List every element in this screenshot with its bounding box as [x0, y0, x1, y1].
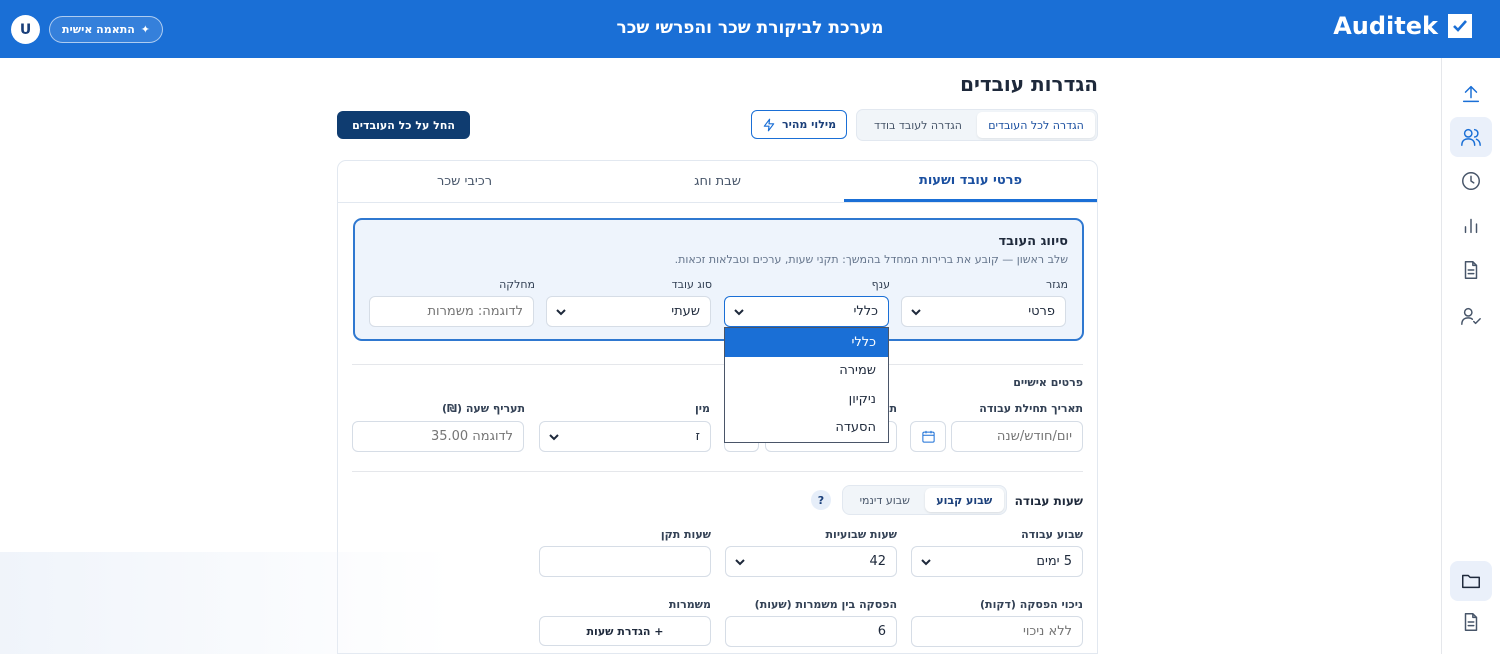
- user-check-icon[interactable]: [1450, 296, 1492, 336]
- file-text-icon[interactable]: [1450, 602, 1492, 642]
- apply-all-button[interactable]: החל על כל העובדים: [337, 111, 470, 139]
- sidebar-nav: [1441, 58, 1500, 654]
- gender-select[interactable]: ז: [539, 421, 711, 452]
- dropdown-option[interactable]: ניקיון: [725, 385, 888, 414]
- start-date-input[interactable]: [951, 421, 1083, 452]
- chevron-down-icon: [910, 306, 922, 318]
- tab-shabbat-holiday[interactable]: שבת וחג: [591, 161, 844, 202]
- break-deduction-label: ניכוי הפסקה (דקות): [980, 598, 1083, 611]
- start-date-label: תאריך תחילת עבודה: [979, 402, 1083, 415]
- work-week-select[interactable]: 5 ימים: [911, 546, 1083, 577]
- mode-all-employees[interactable]: הגדרה לכל העובדים: [977, 112, 1095, 138]
- calendar-button[interactable]: [910, 421, 946, 452]
- chevron-down-icon: [555, 306, 567, 318]
- calendar-icon: [921, 430, 935, 443]
- work-hours-title: שעות עבודה: [1014, 494, 1083, 508]
- department-label: מחלקה: [499, 278, 535, 291]
- branch-label: ענף: [871, 278, 890, 291]
- divider: [352, 364, 1083, 365]
- bar-chart-icon[interactable]: [1450, 205, 1492, 245]
- dynamic-week-option[interactable]: שבוע דינמי: [845, 488, 925, 512]
- standard-hours-label: שעות תקן: [660, 528, 711, 541]
- page-title: הגדרות עובדים: [960, 72, 1098, 96]
- sector-value: פרטי: [1028, 304, 1055, 319]
- weekly-hours-select[interactable]: 42: [725, 546, 897, 577]
- weekly-hours-value: 42: [869, 554, 886, 569]
- weekly-hours-label: שעות שבועיות: [825, 528, 897, 541]
- personalize-label: התאמה אישית: [62, 23, 135, 36]
- shift-gap-input[interactable]: 6: [725, 616, 897, 647]
- shift-gap-label: הפסקה בין משמרות (שעות): [754, 598, 897, 611]
- clock-icon[interactable]: [1450, 161, 1492, 201]
- lightning-icon: [763, 118, 775, 131]
- fixed-week-option[interactable]: שבוע קבוע: [924, 488, 1004, 512]
- branch-select[interactable]: כללי: [724, 296, 889, 327]
- quick-fill-label: מילוי מהיר: [781, 118, 837, 131]
- gender-value: ז: [695, 429, 700, 444]
- sparkle-icon: ✦: [140, 23, 150, 36]
- week-mode-toggle: שבוע קבוע שבוע דינמי: [842, 485, 1007, 515]
- shift-gap-value: 6: [877, 624, 886, 639]
- folder-icon[interactable]: [1450, 561, 1492, 601]
- app-title: מערכת לביקורת שכר והפרשי שכר: [616, 18, 884, 38]
- employee-type-select[interactable]: שעתי: [546, 296, 711, 327]
- gender-label: מין: [695, 402, 710, 415]
- birth-date-label: ת: [889, 402, 897, 415]
- employee-type-value: שעתי: [671, 304, 700, 319]
- dropdown-option[interactable]: שמירה: [725, 357, 888, 386]
- tabs: פרטי עובד ושעות שבת וחג רכיבי שכר: [338, 161, 1097, 203]
- dropdown-option[interactable]: הסעדה: [725, 414, 888, 443]
- hourly-rate-input[interactable]: [352, 421, 524, 452]
- shifts-label: משמרות: [668, 598, 711, 611]
- standard-hours-input[interactable]: [539, 546, 711, 577]
- sector-label: מגזר: [1045, 278, 1068, 291]
- mode-single-employee[interactable]: הגדרה לעובד בודד: [859, 112, 977, 138]
- users-icon[interactable]: [1450, 117, 1492, 157]
- personalize-button[interactable]: ✦ התאמה אישית: [49, 16, 163, 43]
- document-icon[interactable]: [1450, 250, 1492, 290]
- employee-type-label: סוג עובד: [671, 278, 712, 291]
- dropdown-option[interactable]: כללי: [725, 328, 888, 357]
- help-icon[interactable]: ?: [811, 490, 831, 510]
- break-deduction-input[interactable]: [911, 616, 1083, 647]
- sector-select[interactable]: פרטי: [901, 296, 1066, 327]
- chevron-down-icon: [734, 556, 746, 568]
- chevron-down-icon: [548, 431, 560, 443]
- upload-icon[interactable]: [1450, 74, 1492, 114]
- set-hours-button[interactable]: + הגדרת שעות: [539, 616, 711, 646]
- classification-subtitle: שלב ראשון — קובע את ברירות המחדל בהמשך: …: [674, 253, 1068, 266]
- department-input[interactable]: [369, 296, 534, 327]
- hourly-rate-label: תעריף שעה (₪): [441, 402, 525, 415]
- avatar[interactable]: U: [11, 15, 40, 44]
- work-week-value: 5 ימים: [1036, 554, 1072, 569]
- chevron-down-icon: [733, 306, 745, 318]
- branch-value: כללי: [853, 304, 878, 319]
- quick-fill-button[interactable]: מילוי מהיר: [751, 110, 847, 139]
- tab-pay-components[interactable]: רכיבי שכר: [338, 161, 591, 202]
- divider: [352, 471, 1083, 472]
- chevron-down-icon: [920, 556, 932, 568]
- branch-dropdown-list: כללי שמירה ניקיון הסעדה: [724, 327, 889, 443]
- personal-section-title: פרטים אישיים: [1013, 376, 1083, 389]
- work-week-label: שבוע עבודה: [1021, 528, 1083, 541]
- top-bar: Auditek מערכת לביקורת שכר והפרשי שכר ✦ ה…: [0, 0, 1500, 58]
- tab-employee-details[interactable]: פרטי עובד ושעות: [844, 161, 1097, 202]
- classification-title: סיווג העובד: [998, 234, 1068, 249]
- mode-toggle: הגדרה לכל העובדים הגדרה לעובד בודד: [856, 109, 1098, 141]
